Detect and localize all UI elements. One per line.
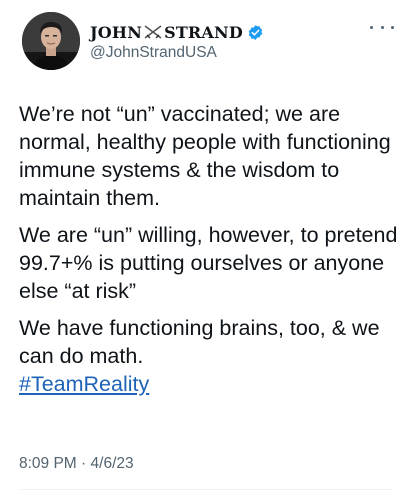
- crossed-swords-icon: [144, 25, 162, 39]
- avatar-photo: [22, 12, 80, 70]
- display-name-first: JOHN: [90, 22, 143, 42]
- tweet-paragraph-1: We’re not “un” vaccinated; we are normal…: [19, 102, 391, 210]
- tweet-paragraph-3: We have functioning brains, too, & we ca…: [19, 314, 399, 398]
- hashtag-link[interactable]: #TeamReality: [19, 370, 149, 398]
- tweet-time: 8:09 PM: [19, 455, 77, 472]
- tweet-text: We’re not “un” vaccinated; we are normal…: [19, 100, 399, 398]
- display-name[interactable]: JOHN STRAND: [90, 23, 243, 42]
- timestamp-separator: ·: [81, 455, 87, 472]
- tweet-header: JOHN STRAND @JohnStrandUSA: [22, 12, 400, 74]
- display-name-last: STRAND: [164, 22, 243, 42]
- more-horizontal-icon[interactable]: [370, 20, 394, 34]
- verified-badge-icon: [248, 24, 263, 40]
- divider: [19, 489, 393, 490]
- tweet-paragraph-2: We are “un” willing, however, to pretend…: [19, 223, 398, 303]
- avatar[interactable]: [22, 12, 80, 70]
- more-dot: [370, 25, 373, 29]
- more-dot: [380, 25, 384, 29]
- display-name-row: JOHN STRAND: [90, 22, 264, 42]
- tweet-date: 4/6/23: [90, 455, 134, 472]
- more-dot: [391, 25, 394, 29]
- tweet-card: JOHN STRAND @JohnStrandUSA We’re not “un…: [0, 0, 412, 500]
- tweet-paragraph-3-text: We have functioning brains, too, & we ca…: [19, 316, 380, 368]
- author-names: JOHN STRAND @JohnStrandUSA: [90, 22, 264, 62]
- tweet-timestamp[interactable]: 8:09 PM · 4/6/23: [19, 455, 134, 473]
- author-handle[interactable]: @JohnStrandUSA: [90, 44, 264, 62]
